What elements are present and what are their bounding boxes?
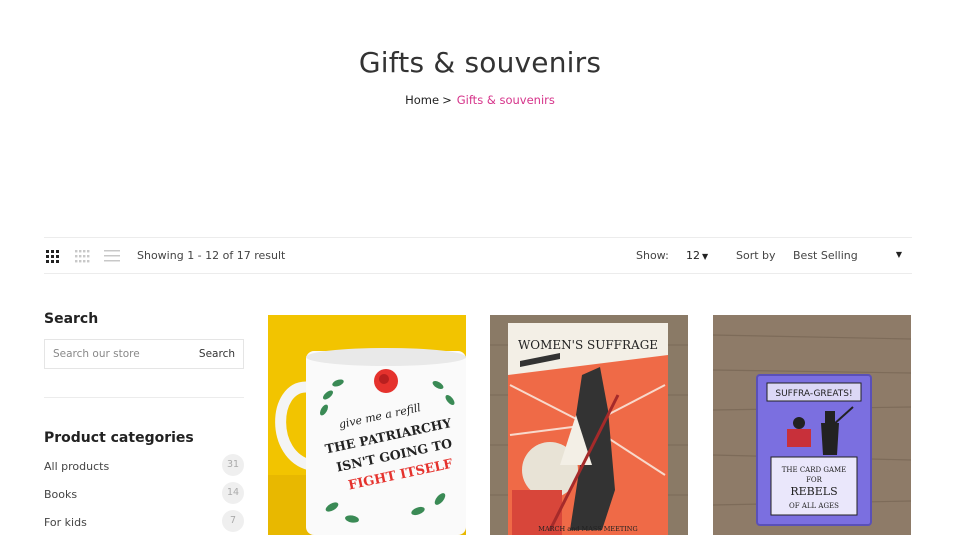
view-switcher [44, 249, 134, 263]
sort-dropdown[interactable]: Best Selling ▼ [793, 249, 912, 262]
product-text: REBELS [790, 485, 837, 498]
search-widget-title: Search [44, 311, 99, 327]
category-count-badge: 31 [222, 454, 244, 476]
categories-widget-title: Product categories [44, 430, 194, 446]
product-card-mug[interactable]: give me a refill THE PATRIARCHY ISN'T GO… [268, 315, 466, 535]
card-game-photo: SUFFRA-GREATS! THE CARD GAME FOR REBELS … [713, 315, 911, 535]
category-count-badge: 14 [222, 482, 244, 504]
show-per-page-value: 12 [686, 249, 700, 262]
chevron-down-icon: ▼ [702, 252, 709, 261]
product-text: MARCH and MASS MEETING [538, 525, 637, 533]
sort-label: Sort by [736, 249, 776, 262]
shop-toolbar: Showing 1 - 12 of 17 result Show: 12 ▼ So… [44, 237, 912, 274]
search-form: Search [44, 339, 244, 369]
breadcrumb: Home > Gifts & souvenirs [0, 93, 960, 107]
category-label: Books [44, 488, 78, 501]
product-text: OF ALL AGES [789, 502, 839, 510]
category-count-badge: 7 [222, 510, 244, 532]
search-button[interactable]: Search [199, 348, 235, 360]
product-text: SUFFRA-GREATS! [775, 389, 852, 399]
category-item-books[interactable]: Books 14 [44, 482, 244, 516]
tea-towel-photo: WOMEN'S SUFFRAGE MARCH and MASS MEETING [490, 315, 688, 535]
category-item-for-kids[interactable]: For kids 7 [44, 510, 244, 535]
result-count: Showing 1 - 12 of 17 result [137, 249, 286, 262]
sidebar: Search Search Product categories All pro… [44, 311, 244, 535]
product-text: THE CARD GAME [782, 466, 847, 474]
category-label: For kids [44, 516, 87, 529]
grid-3-icon[interactable] [44, 249, 60, 263]
category-label: All products [44, 460, 110, 473]
breadcrumb-home-link[interactable]: Home [405, 93, 439, 107]
search-input[interactable] [45, 340, 185, 368]
category-item-all-products[interactable]: All products 31 [44, 454, 244, 488]
sort-value: Best Selling [793, 249, 858, 262]
mug-photo: give me a refill THE PATRIARCHY ISN'T GO… [268, 315, 466, 535]
page-title: Gifts & souvenirs [358, 46, 602, 79]
breadcrumb-current: Gifts & souvenirs [456, 93, 555, 107]
product-text: FOR [806, 476, 823, 484]
show-per-page-dropdown[interactable]: 12 ▼ [686, 249, 708, 262]
chevron-down-icon: ▼ [895, 250, 902, 259]
list-icon[interactable] [104, 249, 120, 263]
product-text: WOMEN'S SUFFRAGE [518, 338, 658, 352]
sidebar-divider [44, 397, 244, 398]
product-card-card-game[interactable]: SUFFRA-GREATS! THE CARD GAME FOR REBELS … [713, 315, 911, 535]
category-list: All products 31 Books 14 For kids 7 [44, 454, 244, 535]
grid-4-icon[interactable] [74, 249, 90, 263]
breadcrumb-separator: > [442, 93, 452, 107]
show-label: Show: [636, 249, 669, 262]
product-card-tea-towel[interactable]: WOMEN'S SUFFRAGE MARCH and MASS MEETING [490, 315, 688, 535]
